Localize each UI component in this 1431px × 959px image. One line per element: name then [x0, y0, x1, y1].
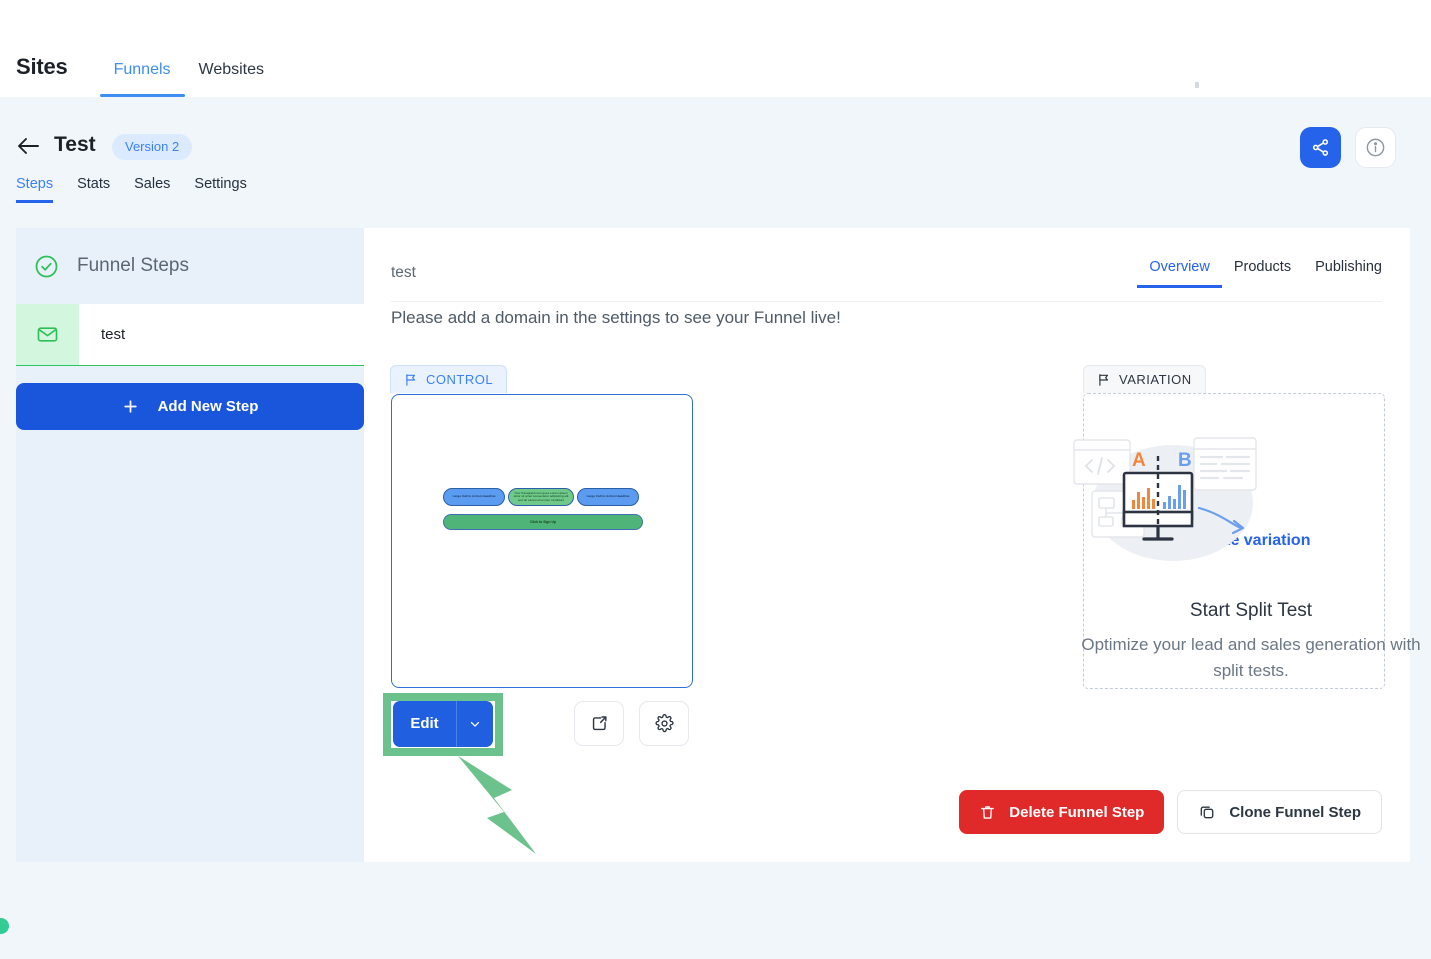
trash-icon [979, 804, 996, 821]
ab-split-test-illustration: A B [1066, 428, 1431, 578]
subtab-steps[interactable]: Steps [16, 176, 65, 203]
page-title: Test [54, 133, 96, 156]
clone-funnel-step-label: Clone Funnel Step [1229, 803, 1361, 821]
tab-websites-label: Websites [198, 61, 265, 78]
subtab-sales-label: Sales [134, 176, 171, 192]
thumbnail-cta: Click to Sign Up [443, 514, 643, 530]
check-circle-icon [34, 254, 59, 279]
tab-funnels[interactable]: Funnels [99, 61, 185, 97]
variation-badge-label: VARIATION [1119, 372, 1192, 387]
page-thumbnail: Large Call to Action Headline Your Parag… [443, 488, 643, 530]
sidebar-header-label: Funnel Steps [77, 255, 189, 276]
envelope-icon [16, 304, 79, 365]
delete-funnel-step-label: Delete Funnel Step [1009, 803, 1145, 821]
decorative-dot [1195, 82, 1199, 88]
thumbnail-headline-right: Large Call to Action Headline [577, 488, 639, 506]
tab-websites[interactable]: Websites [185, 61, 279, 97]
global-topbar: Sites Funnels Websites [0, 0, 1431, 97]
plus-icon [122, 398, 139, 415]
control-badge: CONTROL [390, 365, 508, 393]
copy-icon [1198, 803, 1216, 821]
tab-overview[interactable]: Overview [1137, 259, 1223, 288]
thumbnail-headline-left: Large Call to Action Headline [443, 488, 505, 506]
info-icon [1365, 137, 1386, 158]
delete-funnel-step-button[interactable]: Delete Funnel Step [959, 790, 1165, 834]
status-dot [0, 918, 9, 934]
edit-button[interactable]: Edit [393, 701, 493, 747]
subtab-settings[interactable]: Settings [182, 176, 258, 203]
version-badge: Version 2 [112, 134, 193, 160]
share-button[interactable] [1300, 127, 1341, 168]
page-subtabs: Steps Stats Sales Settings [16, 176, 259, 203]
step-name-label: test [391, 264, 416, 281]
funnel-steps-sidebar: Funnel Steps test Add New Step [16, 228, 364, 862]
variation-badge: VARIATION [1083, 365, 1206, 393]
tab-products-label: Products [1233, 259, 1292, 275]
domain-notice: Please add a domain in the settings to s… [391, 308, 841, 327]
svg-text:B: B [1178, 450, 1192, 471]
promo-subtitle: Optimize your lead and sales generation … [1081, 635, 1421, 680]
panel-tabs: Overview Products Publishing [1137, 259, 1382, 288]
tab-funnels-label: Funnels [113, 61, 171, 78]
info-button[interactable] [1355, 127, 1396, 168]
arrow-left-icon[interactable] [16, 134, 42, 158]
header-actions [1300, 127, 1396, 168]
add-new-step-label: Add New Step [157, 398, 259, 415]
tab-products[interactable]: Products [1222, 259, 1303, 288]
subtab-stats-label: Stats [77, 176, 111, 192]
step-detail-panel: test Overview Products Publishing Please… [364, 228, 1421, 862]
add-new-step-button[interactable]: Add New Step [16, 383, 364, 430]
step-actions: Delete Funnel Step Clone Funnel Step [959, 790, 1382, 834]
app-root: Sites Funnels Websites Test Version 2 St… [0, 0, 1431, 959]
external-link-icon [590, 714, 609, 733]
chevron-down-icon[interactable] [457, 717, 493, 731]
subtab-steps-label: Steps [16, 176, 54, 192]
flag-icon [404, 373, 418, 387]
step-settings-button[interactable] [639, 701, 689, 746]
tab-publishing-label: Publishing [1315, 259, 1382, 275]
share-icon [1311, 138, 1330, 157]
subtab-settings-label: Settings [194, 176, 247, 192]
promo-title: Start Split Test [1189, 600, 1313, 621]
sidebar-item-test[interactable]: test [16, 304, 364, 366]
subtab-stats[interactable]: Stats [65, 176, 122, 203]
gear-icon [654, 714, 674, 733]
control-preview-card[interactable]: Large Call to Action Headline Your Parag… [391, 394, 693, 688]
flag-icon [1097, 373, 1111, 387]
panel-divider [391, 301, 1382, 302]
tab-overview-label: Overview [1149, 259, 1210, 275]
clone-funnel-step-button[interactable]: Clone Funnel Step [1177, 790, 1382, 834]
tab-publishing[interactable]: Publishing [1303, 259, 1382, 288]
sidebar-item-label: test [101, 326, 126, 343]
svg-text:A: A [1132, 450, 1146, 471]
subtab-sales[interactable]: Sales [122, 176, 182, 203]
brand-title: Sites [16, 54, 68, 79]
sidebar-header: Funnel Steps [16, 228, 364, 304]
control-badge-label: CONTROL [426, 372, 494, 387]
open-preview-button[interactable] [574, 701, 624, 746]
edit-button-label: Edit [393, 701, 457, 747]
split-test-promo: A B Start Split Test Optimize your lead … [1066, 428, 1431, 683]
thumbnail-paragraph: Your Paragraph text goes Lorem ipsum dol… [508, 488, 574, 506]
